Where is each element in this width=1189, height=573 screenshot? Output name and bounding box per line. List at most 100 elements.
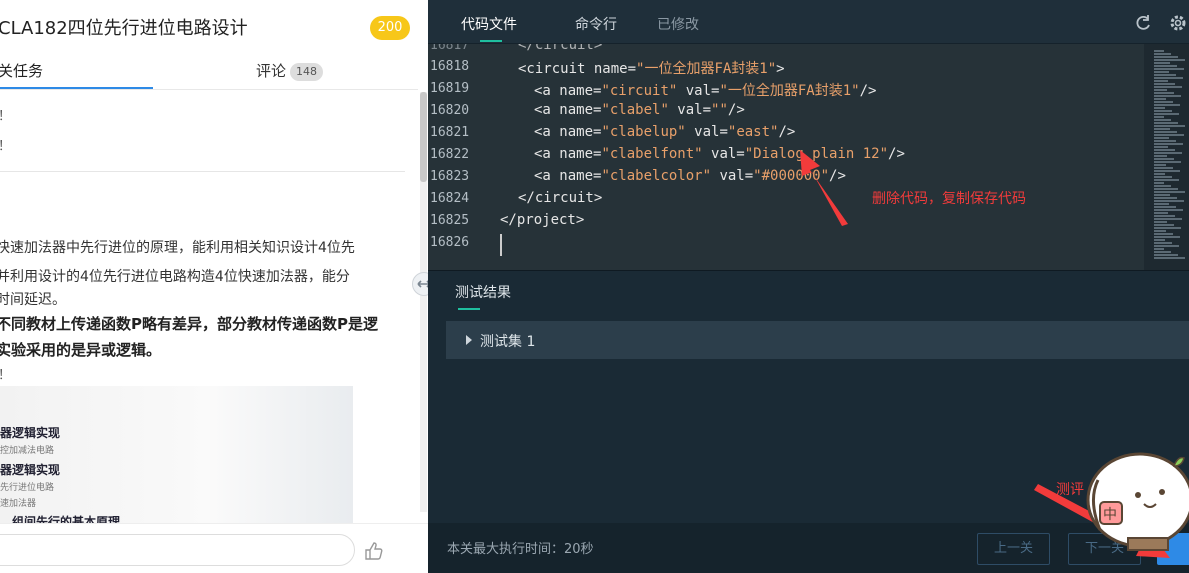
minimap-line xyxy=(1154,257,1185,259)
minimap-line xyxy=(1154,59,1185,61)
minimap-line xyxy=(1154,152,1182,154)
minimap-line xyxy=(1154,191,1185,193)
svg-text:中: 中 xyxy=(1103,507,1117,523)
tab-task[interactable]: 关任务 xyxy=(0,60,43,81)
minimap-line xyxy=(1154,107,1165,109)
minimap-line xyxy=(1154,206,1176,208)
minimap-line xyxy=(1154,170,1180,172)
code-line: <a name="circuit" val="一位全加器FA封装1"/> xyxy=(534,83,877,99)
minimap-line xyxy=(1154,239,1165,241)
minimap-line xyxy=(1154,182,1164,184)
minimap-line xyxy=(1154,89,1167,91)
minimap-line xyxy=(1154,215,1175,217)
score-badge: 200 xyxy=(370,16,410,40)
minimap-line xyxy=(1154,248,1164,250)
test-results-header: 测试结果 xyxy=(428,270,1189,310)
minimap-line xyxy=(1154,80,1168,82)
task-content: ！ ！ 快速加法器中先行进位的原理，能利用相关知识设计4位先 并利用设计的4位先… xyxy=(0,91,418,523)
tab-code-files[interactable]: 代码文件 xyxy=(461,14,517,34)
mascot-sticker: 中 xyxy=(1086,452,1189,551)
minimap-line xyxy=(1154,212,1168,214)
gear-icon[interactable] xyxy=(1168,13,1188,33)
minimap-line xyxy=(1154,161,1181,163)
tab-active-indicator xyxy=(0,87,153,89)
minimap-line xyxy=(1154,200,1184,202)
minimap-line xyxy=(1154,140,1176,142)
content-scrollbar[interactable] xyxy=(420,92,427,512)
minimap-line xyxy=(1154,173,1165,175)
minimap-line xyxy=(1154,143,1183,145)
minimap-line xyxy=(1154,146,1168,148)
test-results-title: 测试结果 xyxy=(455,285,511,301)
line-number: 16826 xyxy=(430,235,470,250)
chevron-right-icon xyxy=(466,335,472,345)
minimap-line xyxy=(1154,221,1167,223)
minimap-line xyxy=(1154,101,1173,103)
minimap-line xyxy=(1154,137,1169,139)
thumbs-up-icon[interactable] xyxy=(363,540,385,562)
note-line: 不同教材上传递函数P略有差异，部分教材传递函数P是逻 xyxy=(0,315,378,333)
minimap-line xyxy=(1154,104,1180,106)
slide-subtext: 控加减法电路 xyxy=(0,446,55,456)
execution-time-label: 本关最大执行时间：20秒 xyxy=(447,542,594,557)
slide-heading: 器逻辑实现 xyxy=(0,463,61,477)
minimap-line xyxy=(1154,110,1172,112)
minimap-line xyxy=(1154,242,1172,244)
line-number: 16823 xyxy=(430,169,470,184)
divider xyxy=(0,171,405,172)
code-line: <circuit name="一位全加器FA封装1"> xyxy=(518,61,785,77)
minimap-line xyxy=(1154,197,1177,199)
tab-command-line[interactable]: 命令行 xyxy=(575,14,617,34)
code-line: <a name="clabelcolor" val="#000000"/> xyxy=(534,168,846,184)
minimap-line xyxy=(1154,113,1179,115)
tab-comments-label: 评论 xyxy=(256,62,287,80)
code-line: </project> xyxy=(500,212,585,228)
minimap-line xyxy=(1154,167,1173,169)
code-line: </circuit> xyxy=(518,190,603,206)
minimap-line xyxy=(1154,56,1178,58)
minimap-line xyxy=(1154,254,1178,256)
description-line: 快速加法器中先行进位的原理，能利用相关知识设计4位先 xyxy=(0,240,355,256)
code-line: <a name="clabelup" val="east"/> xyxy=(534,124,796,140)
code-minimap[interactable] xyxy=(1144,44,1189,270)
scrollbar-thumb[interactable] xyxy=(420,92,427,182)
code-line: </circuit> xyxy=(518,44,603,53)
minimap-line xyxy=(1154,203,1169,205)
action-footer: 本关最大执行时间：20秒 上一关 下一关 xyxy=(428,523,1189,573)
tab-modified[interactable]: 已修改 xyxy=(657,14,699,34)
minimap-line xyxy=(1154,77,1183,79)
minimap-line xyxy=(1154,158,1174,160)
minimap-line xyxy=(1154,230,1166,232)
slide-subtext: 先行进位电路 xyxy=(0,483,55,493)
refresh-icon[interactable] xyxy=(1133,13,1153,33)
minimap-line xyxy=(1154,134,1184,136)
minimap-line xyxy=(1154,83,1175,85)
comment-input[interactable] xyxy=(0,534,355,566)
minimap-line xyxy=(1154,164,1166,166)
minimap-line xyxy=(1154,176,1172,178)
previous-level-button[interactable]: 上一关 xyxy=(977,533,1050,565)
minimap-line xyxy=(1154,155,1167,157)
minimap-line xyxy=(1154,224,1174,226)
minimap-line xyxy=(1154,50,1164,52)
minimap-line xyxy=(1154,188,1178,190)
minimap-line xyxy=(1154,245,1179,247)
minimap-line xyxy=(1154,68,1184,70)
tab-active-indicator xyxy=(480,40,502,42)
code-editor[interactable]: 16817 16818 16819 16820 16821 16822 16823 1682… xyxy=(428,44,1144,270)
text-cursor xyxy=(500,234,502,256)
test-set-row[interactable]: 测试集 1 xyxy=(446,321,1189,359)
minimap-line xyxy=(1154,218,1182,220)
text-fragment: ！ xyxy=(0,135,11,154)
minimap-line xyxy=(1154,128,1170,130)
minimap-line xyxy=(1154,86,1182,88)
task-tabs: 关任务 评论 148 xyxy=(0,54,418,90)
minimap-line xyxy=(1154,179,1179,181)
tab-comments[interactable]: 评论 148 xyxy=(256,60,324,81)
tab-active-indicator xyxy=(458,308,480,310)
minimap-line xyxy=(1154,116,1164,118)
task-panel: CLA182四位先行进位电路设计 200 关任务 评论148 ！ ！ 快速加法器… xyxy=(0,0,428,573)
code-tabs: 代码文件 命令行 已修改 xyxy=(428,0,1189,44)
annotation-delete-note: 删除代码，复制保存代码 xyxy=(872,191,1026,207)
minimap-line xyxy=(1154,65,1177,67)
